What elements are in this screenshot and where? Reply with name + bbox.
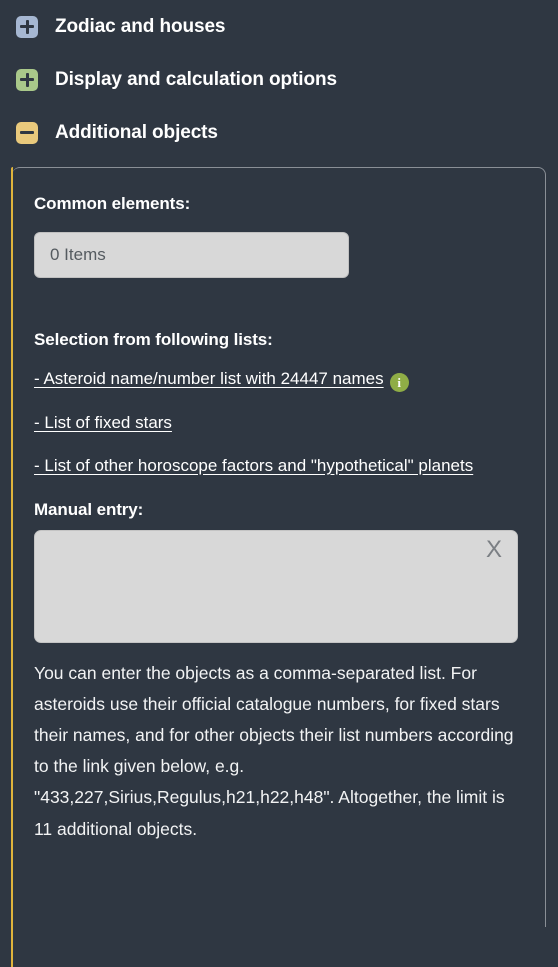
common-elements-select[interactable]: 0 Items [34, 232, 349, 278]
panel-accent-bar [11, 167, 13, 967]
list-item: - List of fixed stars [34, 412, 523, 435]
list-item: - List of other horoscope factors and "h… [34, 455, 523, 478]
plus-icon[interactable] [16, 68, 38, 91]
accordion-header-additional-objects[interactable]: Additional objects [0, 106, 558, 159]
common-elements-select-value: 0 Items [50, 245, 106, 264]
additional-objects-panel: Common elements: 0 Items Selection from … [11, 167, 546, 967]
selection-lists-label: Selection from following lists: [34, 330, 273, 349]
settings-accordion: Zodiac and houses Display and calculatio… [0, 0, 558, 159]
manual-entry-label: Manual entry: [34, 499, 144, 519]
accordion-label-additional-objects: Additional objects [55, 121, 218, 143]
plus-icon[interactable] [16, 15, 38, 38]
accordion-header-zodiac-and-houses[interactable]: Zodiac and houses [0, 0, 558, 53]
manual-entry-help-text: You can enter the objects as a comma-sep… [34, 662, 514, 839]
link-list-of-other-horoscope-factors[interactable]: - List of other horoscope factors and "h… [34, 456, 473, 475]
link-list-of-fixed-stars[interactable]: - List of fixed stars [34, 413, 172, 432]
accordion-header-display-and-calculation-options[interactable]: Display and calculation options [0, 53, 558, 106]
info-icon[interactable]: i [389, 373, 409, 392]
manual-entry-field-wrapper: X [34, 529, 518, 643]
manual-entry-textarea[interactable] [34, 529, 518, 643]
accordion-label-zodiac-and-houses: Zodiac and houses [55, 15, 226, 37]
common-elements-label: Common elements: [34, 194, 191, 213]
list-item: - Asteroid name/number list with 24447 n… [34, 368, 523, 392]
minus-icon[interactable] [16, 121, 38, 144]
link-asteroid-name-number-list[interactable]: - Asteroid name/number list with 24447 n… [34, 369, 384, 388]
accordion-label-display-and-calculation-options: Display and calculation options [55, 68, 337, 90]
close-icon[interactable]: X [486, 537, 502, 562]
